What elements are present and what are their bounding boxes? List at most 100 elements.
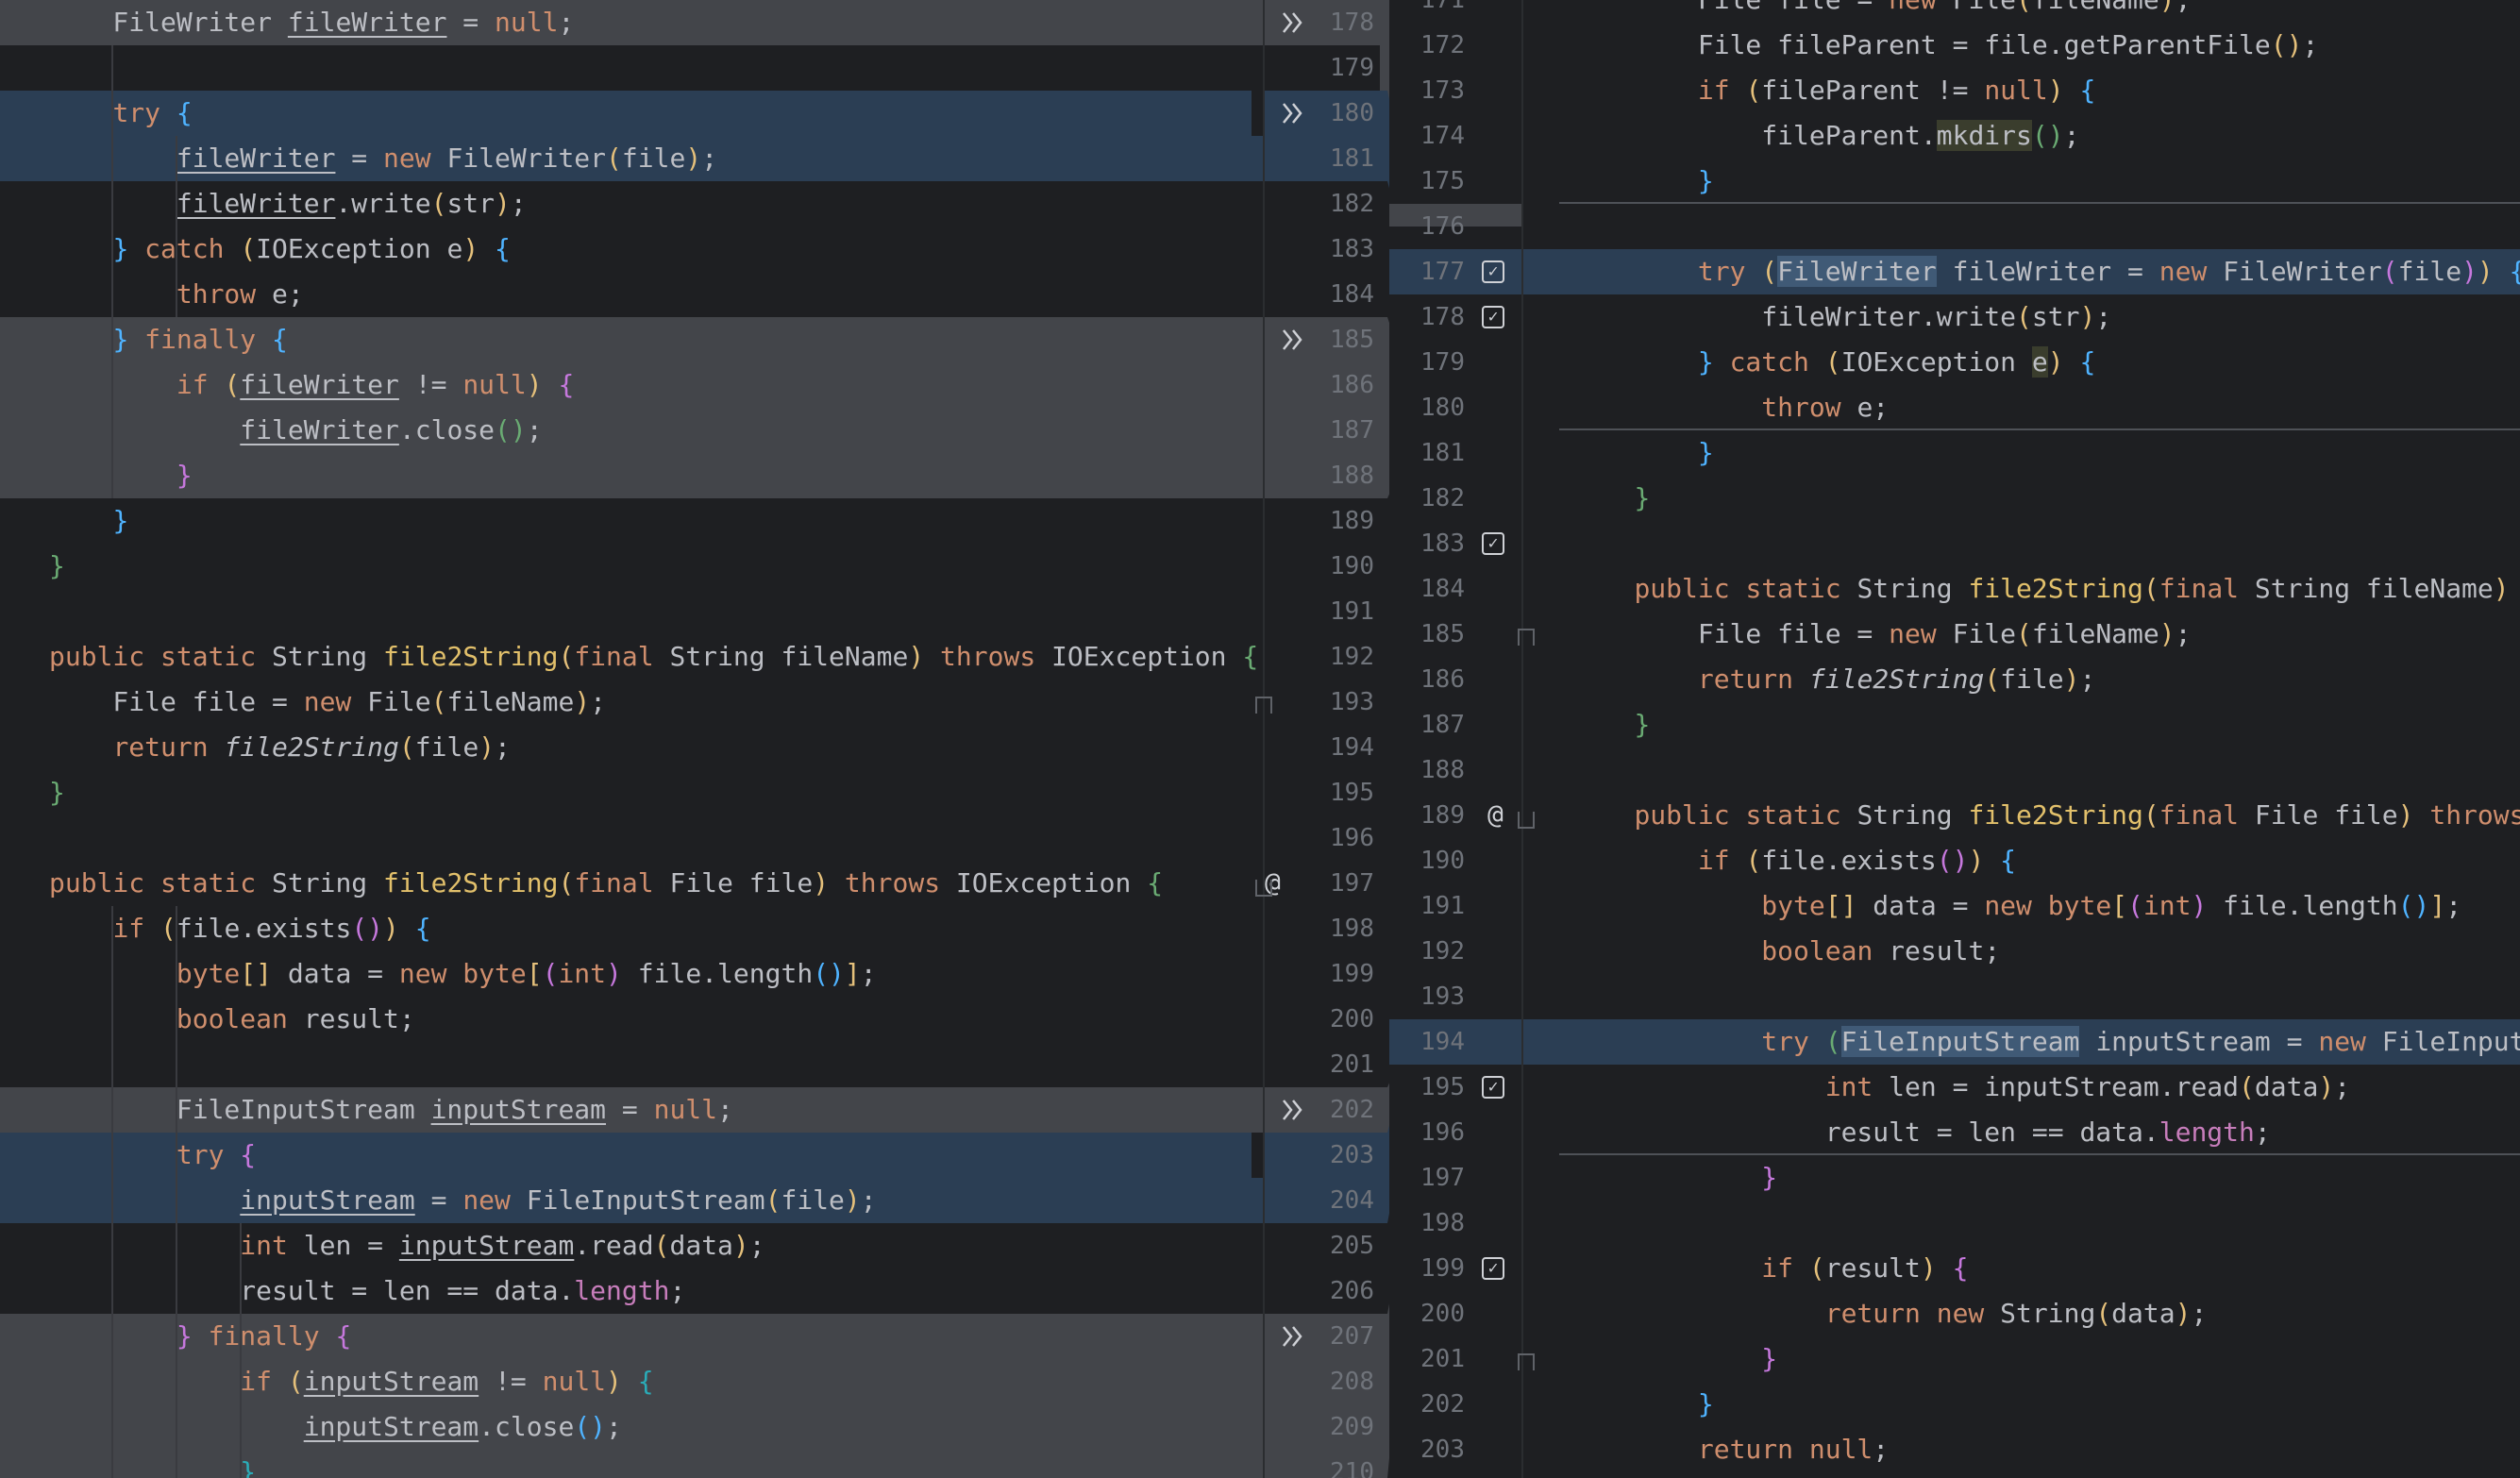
fold-icon[interactable] [1518,1353,1535,1370]
line-number: 176 [1420,212,1465,241]
code-line[interactable]: int len = inputStream.read(data); [1571,1065,2520,1110]
left-editor-pane[interactable]: FileWriter fileWriter = null; try { file… [0,0,1265,1478]
line-number: 197 [1330,869,1374,898]
double-chevron-right-icon[interactable] [1280,1323,1306,1350]
code-line[interactable]: return new String(data); [1571,1291,2520,1336]
at-override-icon[interactable]: @ [1487,798,1504,830]
code-line[interactable]: File file = new File(fileName); [49,680,1265,725]
code-line[interactable]: fileWriter = new FileWriter(file); [49,136,1265,181]
code-line[interactable]: } [49,498,1265,544]
line-number: 188 [1330,462,1374,490]
checkbox-checked-icon[interactable]: ✓ [1482,1257,1504,1280]
code-line[interactable]: } finally { [49,317,1265,362]
code-line[interactable]: if (result) { [1571,1246,2520,1291]
code-line[interactable]: if (inputStream != null) { [49,1359,1265,1404]
code-line[interactable]: if (file.exists()) { [1571,838,2520,883]
code-line[interactable] [49,45,1265,91]
checkbox-checked-icon[interactable]: ✓ [1482,306,1504,328]
code-line[interactable]: } [49,770,1265,815]
code-line[interactable]: try { [49,1133,1265,1178]
code-line[interactable]: inputStream = new FileInputStream(file); [49,1178,1265,1223]
code-line[interactable]: return file2String(file); [49,725,1265,770]
fold-icon[interactable] [1255,880,1272,897]
line-number: 209 [1330,1413,1374,1441]
code-line[interactable]: inputStream.close(); [49,1404,1265,1450]
code-line[interactable]: public static String file2String(final S… [49,634,1265,680]
code-line[interactable]: } [1571,159,2520,204]
checkbox-checked-icon[interactable]: ✓ [1482,532,1504,555]
code-line[interactable]: return file2String(file); [1571,657,2520,702]
line-number: 190 [1330,552,1374,580]
code-line[interactable]: } [49,544,1265,589]
code-line[interactable]: } [1571,1155,2520,1201]
code-line[interactable]: boolean result; [49,997,1265,1042]
code-line[interactable]: throw e; [49,272,1265,317]
code-line[interactable]: File fileParent = file.getParentFile(); [1571,23,2520,68]
code-line[interactable]: } [1571,1336,2520,1382]
code-line[interactable]: public static String file2String(final F… [1571,793,2520,838]
double-chevron-right-icon[interactable] [1280,100,1306,126]
code-line[interactable]: if (fileParent != null) { [1571,68,2520,113]
code-line[interactable]: } [49,1450,1265,1478]
code-line[interactable]: return null; [1571,1427,2520,1472]
line-number: 185 [1330,326,1374,354]
code-line[interactable] [49,815,1265,861]
code-line[interactable]: fileWriter.close(); [49,408,1265,453]
fold-icon[interactable] [1518,629,1535,646]
code-line[interactable] [1571,974,2520,1019]
code-line[interactable]: byte[] data = new byte[(int) file.length… [1571,883,2520,929]
code-line[interactable]: try { [49,91,1265,136]
line-number: 181 [1420,439,1465,467]
indent-guide [111,906,113,1478]
double-chevron-right-icon[interactable] [1280,327,1306,353]
fold-icon[interactable] [1255,697,1272,714]
code-line[interactable]: } [1571,702,2520,747]
checkbox-checked-icon[interactable]: ✓ [1482,260,1504,283]
double-chevron-right-icon[interactable] [1280,9,1306,36]
code-line[interactable]: } catch (IOException e) { [1571,340,2520,385]
line-number: 191 [1330,597,1374,626]
code-line[interactable]: FileInputStream inputStream = null; [49,1087,1265,1133]
code-line[interactable]: } [1571,476,2520,521]
code-line[interactable] [1571,204,2520,249]
right-editor-pane[interactable]: File file = new File(fileName); File fil… [1559,0,2520,1478]
line-number: 200 [1330,1005,1374,1033]
code-line[interactable]: } finally { [49,1314,1265,1359]
code-line[interactable]: } catch (IOException e) { [49,227,1265,272]
code-line[interactable]: fileWriter.write(str); [1571,294,2520,340]
line-number: 204 [1330,1186,1374,1215]
code-line[interactable]: fileWriter.write(str); [49,181,1265,227]
code-line[interactable]: FileWriter fileWriter = null; [49,0,1265,45]
code-line[interactable]: try (FileInputStream inputStream = new F… [1571,1019,2520,1065]
code-line[interactable] [1571,747,2520,793]
left-line-gutter: 178 179 180 181 182 183 184 185 186 187 188 189 190 1… [1265,0,1387,1478]
code-line[interactable] [1571,1201,2520,1246]
code-line[interactable]: if (fileWriter != null) { [49,362,1265,408]
code-line[interactable]: File file = new File(fileName); [1571,0,2520,23]
double-chevron-right-icon[interactable] [1280,1097,1306,1123]
code-line[interactable]: byte[] data = new byte[(int) file.length… [49,951,1265,997]
code-line[interactable]: } [1571,430,2520,476]
fold-icon[interactable] [1518,812,1535,829]
checkbox-checked-icon[interactable]: ✓ [1482,1076,1504,1099]
code-line[interactable]: result = len == data.length; [1571,1110,2520,1155]
code-line[interactable]: File file = new File(fileName); [1571,612,2520,657]
code-line[interactable]: boolean result; [1571,929,2520,974]
code-line[interactable]: fileParent.mkdirs(); [1571,113,2520,159]
line-number: 207 [1330,1322,1374,1351]
code-line[interactable]: try (FileWriter fileWriter = new FileWri… [1571,249,2520,294]
code-line[interactable]: public static String file2String(final S… [1571,566,2520,612]
code-line[interactable]: } [49,453,1265,498]
code-line[interactable] [49,589,1265,634]
line-number: 180 [1420,394,1465,422]
code-line[interactable] [1571,521,2520,566]
code-line[interactable]: throw e; [1571,385,2520,430]
mark-modified-band [1521,249,1559,294]
code-line[interactable]: public static String file2String(final F… [49,861,1265,906]
code-line[interactable]: if (file.exists()) { [49,906,1265,951]
code-line[interactable]: result = len == data.length; [49,1268,1265,1314]
code-line[interactable]: } [1571,1382,2520,1427]
line-number: 182 [1330,190,1374,218]
code-line[interactable]: int len = inputStream.read(data); [49,1223,1265,1268]
code-line[interactable] [49,1042,1265,1087]
